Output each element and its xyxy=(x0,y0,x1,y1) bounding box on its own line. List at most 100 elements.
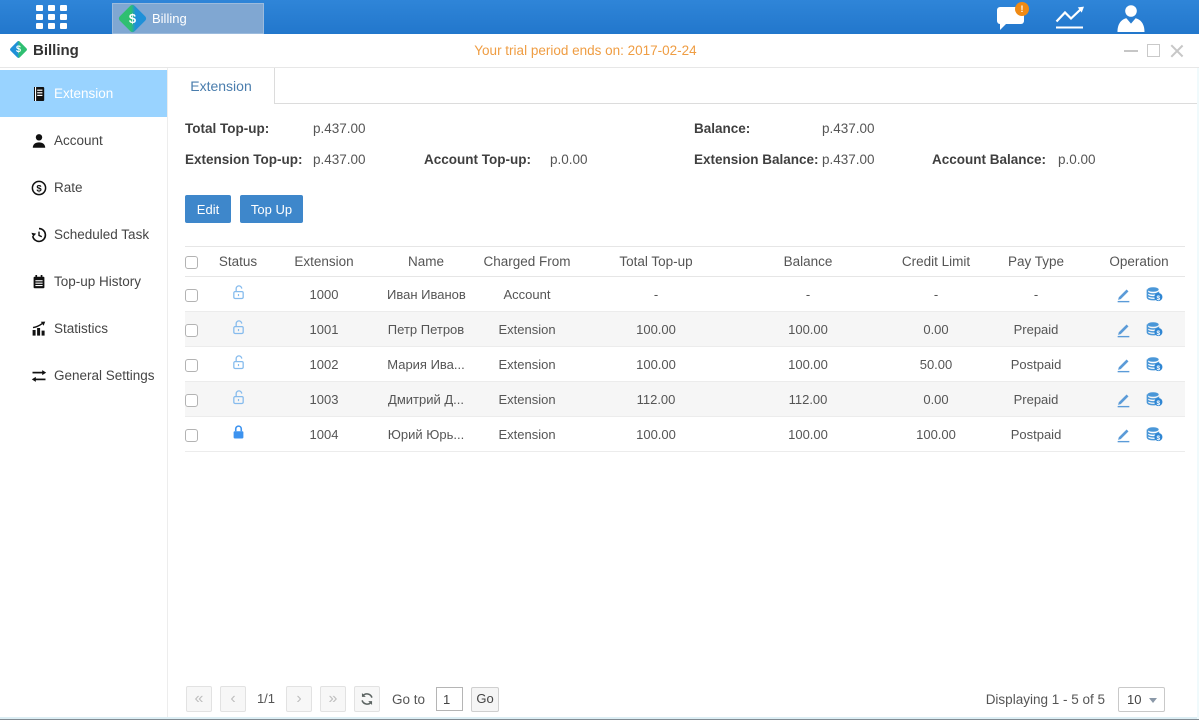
page-size-select[interactable]: 10 xyxy=(1118,687,1165,712)
unlocked-icon xyxy=(230,389,247,406)
user-icon[interactable] xyxy=(1114,4,1150,31)
row-checkbox[interactable] xyxy=(185,394,198,407)
cell-credit-limit: 50.00 xyxy=(893,357,979,372)
page-indicator: 1/1 xyxy=(248,686,284,712)
apps-grid-icon[interactable] xyxy=(36,5,67,29)
balance-label: Balance: xyxy=(694,121,750,136)
account-topup-label: Account Top-up: xyxy=(424,152,531,167)
topup-coins-icon[interactable]: $ xyxy=(1146,391,1163,408)
col-name: Name xyxy=(387,254,465,269)
cell-extension: 1000 xyxy=(261,287,387,302)
edit-pencil-icon[interactable] xyxy=(1115,426,1132,443)
extension-table: Status Extension Name Charged From Total… xyxy=(185,246,1185,452)
scheduled-task-icon xyxy=(30,226,47,243)
topup-coins-icon[interactable]: $ xyxy=(1146,356,1163,373)
first-page-button[interactable]: « xyxy=(186,686,212,712)
cell-extension: 1001 xyxy=(261,322,387,337)
cell-balance: 100.00 xyxy=(723,357,893,372)
total-topup-label: Total Top-up: xyxy=(185,121,269,136)
select-all-checkbox[interactable] xyxy=(185,256,198,269)
minimize-button[interactable] xyxy=(1124,50,1138,52)
col-operation: Operation xyxy=(1093,254,1185,269)
edit-pencil-icon[interactable] xyxy=(1115,356,1132,373)
pagination-bar: « ‹ 1/1 › » Go to Go Displaying 1 - 5 of… xyxy=(168,686,1199,716)
cell-credit-limit: - xyxy=(893,287,979,302)
total-topup-value: p.437.00 xyxy=(313,121,366,136)
extension-balance-value: p.437.00 xyxy=(822,152,875,167)
table-header: Status Extension Name Charged From Total… xyxy=(185,246,1185,277)
sidebar-item-label: Statistics xyxy=(54,321,108,336)
sidebar-item-label: Scheduled Task xyxy=(54,227,149,242)
col-pay-type: Pay Type xyxy=(979,254,1093,269)
page-size-caret-icon xyxy=(1149,698,1157,703)
sidebar-item-scheduled-task[interactable]: Scheduled Task xyxy=(0,211,167,258)
sidebar-item-label: Rate xyxy=(54,180,83,195)
svg-text:$: $ xyxy=(36,183,42,194)
billing-app-tab[interactable]: $ Billing xyxy=(112,3,264,34)
topup-coins-icon[interactable]: $ xyxy=(1146,426,1163,443)
sidebar-item-top-up-history[interactable]: Top-up History xyxy=(0,258,167,305)
maximize-button[interactable] xyxy=(1147,44,1160,57)
top-up-button[interactable]: Top Up xyxy=(240,195,303,223)
locked-icon xyxy=(230,424,247,441)
sidebar-item-account[interactable]: Account xyxy=(0,117,167,164)
sidebar-item-general-settings[interactable]: General Settings xyxy=(0,352,167,399)
svg-text:$: $ xyxy=(1157,295,1161,302)
tab-extension[interactable]: Extension xyxy=(168,68,275,104)
goto-page-input[interactable] xyxy=(436,687,463,711)
sidebar-item-extension[interactable]: Extension xyxy=(0,70,167,117)
col-total-topup: Total Top-up xyxy=(589,254,723,269)
chat-icon[interactable]: ! xyxy=(995,4,1031,31)
sidebar-item-label: General Settings xyxy=(54,368,155,383)
row-checkbox[interactable] xyxy=(185,359,198,372)
cell-extension: 1003 xyxy=(261,392,387,407)
row-checkbox[interactable] xyxy=(185,429,198,442)
refresh-button[interactable] xyxy=(354,686,380,712)
table-body: 1000Иван ИвановAccount----$1001Петр Петр… xyxy=(185,277,1185,452)
cell-balance: 100.00 xyxy=(723,322,893,337)
cell-pay-type: - xyxy=(979,287,1093,302)
svg-text:$: $ xyxy=(1157,330,1161,337)
edit-pencil-icon[interactable] xyxy=(1115,286,1132,303)
chart-icon[interactable] xyxy=(1053,4,1089,31)
trial-notice: Your trial period ends on: 2017-02-24 xyxy=(0,34,1185,67)
cell-pay-type: Prepaid xyxy=(979,392,1093,407)
extension-balance-label: Extension Balance: xyxy=(694,152,819,167)
table-row: 1003Дмитрий Д...Extension112.00112.000.0… xyxy=(185,382,1185,417)
topup-coins-icon[interactable]: $ xyxy=(1146,321,1163,338)
edit-pencil-icon[interactable] xyxy=(1115,321,1132,338)
close-button[interactable] xyxy=(1169,44,1183,58)
topup-coins-icon[interactable]: $ xyxy=(1146,286,1163,303)
displaying-text: Displaying 1 - 5 of 5 xyxy=(986,692,1105,707)
chat-notification-badge: ! xyxy=(1015,2,1029,16)
cell-extension: 1004 xyxy=(261,427,387,442)
col-charged-from: Charged From xyxy=(465,254,589,269)
cell-total-topup: 100.00 xyxy=(589,357,723,372)
cell-name: Дмитрий Д... xyxy=(387,392,465,407)
cell-pay-type: Prepaid xyxy=(979,322,1093,337)
row-checkbox[interactable] xyxy=(185,324,198,337)
cell-charged-from: Extension xyxy=(465,392,589,407)
rate-icon: $ xyxy=(30,179,47,196)
billing-window: $ Billing ! $ Billing Your trial period … xyxy=(0,0,1199,720)
cell-balance: 112.00 xyxy=(723,392,893,407)
cell-total-topup: 100.00 xyxy=(589,322,723,337)
cell-extension: 1002 xyxy=(261,357,387,372)
table-row: 1000Иван ИвановAccount----$ xyxy=(185,277,1185,312)
last-page-button[interactable]: » xyxy=(320,686,346,712)
sidebar-menu: ExtensionAccount $ Rate Scheduled Task Top-u… xyxy=(0,68,168,720)
edit-pencil-icon[interactable] xyxy=(1115,391,1132,408)
go-button[interactable]: Go xyxy=(471,687,499,712)
prev-page-button[interactable]: ‹ xyxy=(220,686,246,712)
top-app-bar: $ Billing ! xyxy=(0,0,1199,34)
cell-pay-type: Postpaid xyxy=(979,357,1093,372)
cell-name: Юрий Юрь... xyxy=(387,427,465,442)
cell-balance: - xyxy=(723,287,893,302)
row-checkbox[interactable] xyxy=(185,289,198,302)
svg-text:$: $ xyxy=(1157,365,1161,372)
next-page-button[interactable]: › xyxy=(286,686,312,712)
sidebar-item-rate[interactable]: $ Rate xyxy=(0,164,167,211)
edit-button[interactable]: Edit xyxy=(185,195,231,223)
sidebar-item-statistics[interactable]: Statistics xyxy=(0,305,167,352)
cell-name: Петр Петров xyxy=(387,322,465,337)
